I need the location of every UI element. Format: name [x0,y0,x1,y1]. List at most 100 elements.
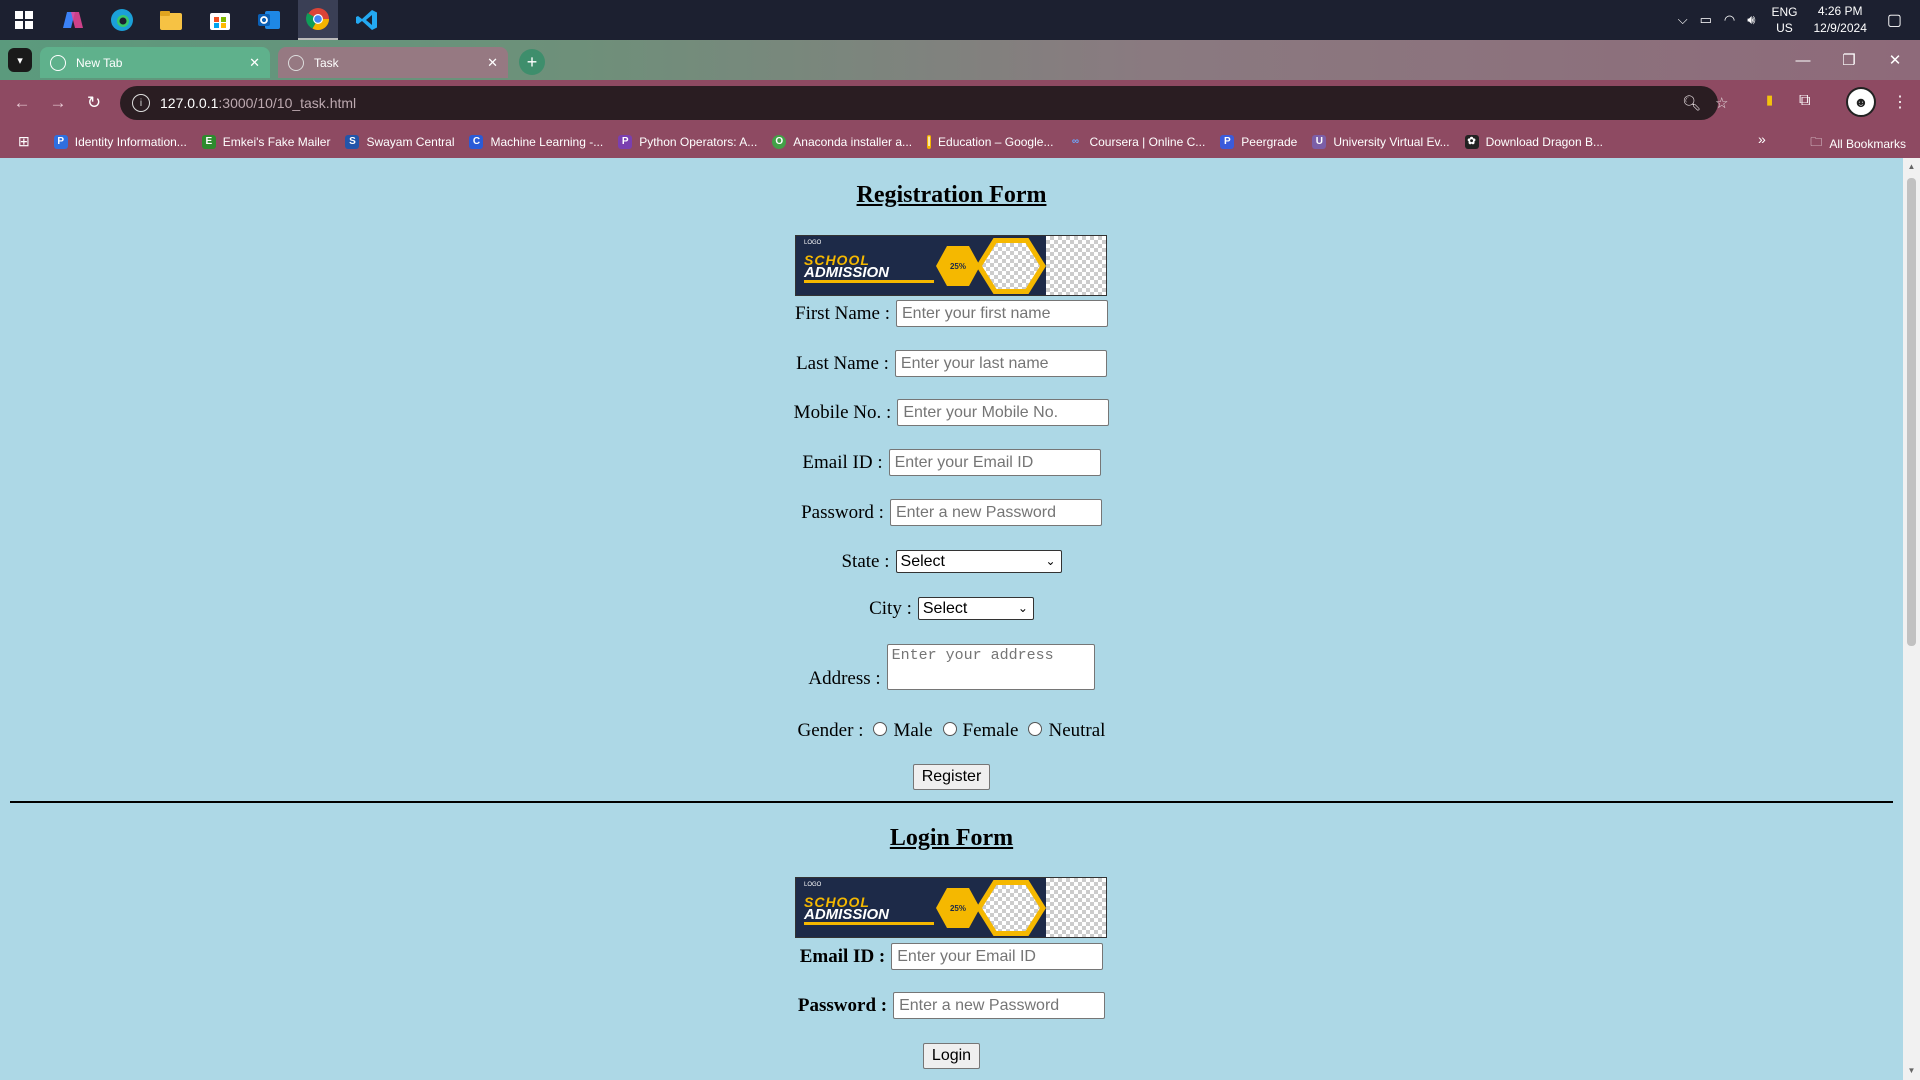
tab-task[interactable]: Task ✕ [278,47,508,78]
gender-neutral-radio[interactable] [1028,721,1043,736]
first-name-label: First Name : [795,302,890,324]
banner-logo: LOGO [804,240,822,246]
bookmark-star-icon[interactable]: ☆ [1715,94,1728,112]
bookmark-item[interactable]: ∞ Coursera | Online C... [1068,135,1205,149]
clock-time: 4:26 PM [1817,4,1863,18]
state-select[interactable]: Select ⌄ [895,550,1062,574]
battery-icon[interactable]: ▭ [1700,12,1712,28]
extension-icon[interactable]: ▮ [1766,92,1773,108]
email-row: Email ID : Enter your Email ID [0,449,1903,476]
scroll-down-icon[interactable]: ▼ [1906,1066,1917,1076]
login-email-label: Email ID : [799,945,886,967]
login-password-row: Password : Enter a new Password [0,992,1903,1019]
profile-avatar[interactable]: ☻ [1846,87,1876,117]
apps-grid-icon[interactable]: ⊞ [18,133,30,150]
banner-badge: 25% [936,888,980,928]
outlook-icon[interactable] [249,0,289,40]
all-bookmarks-label: All Bookmarks [1829,136,1906,151]
menu-kebab-icon[interactable]: ⋮ [1892,92,1908,112]
close-window-button[interactable]: ✕ [1872,40,1918,80]
last-name-input[interactable]: Enter your last name [894,350,1107,377]
close-tab-icon[interactable]: ✕ [487,55,498,71]
password-input[interactable]: Enter a new Password [889,499,1102,526]
notification-icon[interactable]: ▢ [1887,10,1902,30]
wifi-icon[interactable]: ◠ [1724,12,1735,28]
zoom-icon[interactable]: 🔍︎ [1682,94,1701,112]
back-arrow-icon[interactable]: ← [11,92,33,114]
banner-line2: ADMISSION [804,906,890,923]
gender-male-radio[interactable] [873,721,888,736]
vscode-icon[interactable] [347,0,387,40]
minimize-button[interactable]: — [1780,40,1826,80]
volume-icon[interactable]: 🔊︎ [1747,12,1755,28]
city-select-value: Select [922,600,968,618]
bookmark-item[interactable]: | Education – Google... [927,134,1054,149]
site-info-icon[interactable]: i [132,94,150,112]
state-row: State : Select ⌄ [0,550,1903,574]
bookmark-label: Coursera | Online C... [1089,134,1206,149]
bookmark-item[interactable]: S Swayam Central [345,134,455,149]
bookmark-favicon-icon: ✿ [1464,134,1479,149]
globe-icon [288,54,304,71]
bookmark-item[interactable]: E Emkei's Fake Mailer [201,134,331,149]
gender-male-label: Male [893,719,933,741]
system-tray: ⌵ ▭ ◠ 🔊︎ ENG US 4:26 PM 12/9/2024 ▢ [1672,0,1920,40]
bookmark-favicon-icon: | [927,134,932,149]
url-host: 127.0.0.1 [160,95,219,111]
windows-start-icon[interactable] [4,0,44,40]
chevron-up-icon[interactable]: ⌵ [1678,12,1688,28]
gender-female-radio[interactable] [942,721,957,736]
city-select[interactable]: Select ⌄ [917,597,1034,621]
bookmark-item[interactable]: P Identity Information... [53,134,187,149]
login-email-input[interactable]: Enter your Email ID [891,943,1104,970]
mobile-input[interactable]: Enter your Mobile No. [897,399,1110,426]
copilot-icon[interactable] [53,0,93,40]
scrollbar-thumb[interactable] [1907,178,1916,646]
bookmark-label: Swayam Central [366,134,455,149]
bookmark-item[interactable]: O Anaconda installer a... [772,134,912,149]
scroll-up-icon[interactable]: ▲ [1906,162,1917,172]
new-tab-button[interactable]: + [519,49,545,75]
forward-arrow-icon[interactable]: → [47,92,69,114]
reload-icon[interactable]: ↻ [83,92,105,114]
bookmarks-overflow-icon[interactable]: » [1758,131,1766,147]
register-row: Register [0,764,1903,790]
bookmark-item[interactable]: P Python Operators: A... [618,134,757,149]
extensions-puzzle-icon[interactable]: ⧉ [1799,92,1810,110]
bookmark-item[interactable]: ✿ Download Dragon B... [1464,134,1603,149]
close-tab-icon[interactable]: ✕ [249,55,260,71]
bookmark-item[interactable]: U University Virtual Ev... [1312,134,1450,149]
bookmark-favicon-icon: P [53,134,68,149]
tab-new-tab[interactable]: New Tab ✕ [40,47,270,78]
all-bookmarks-button[interactable]: 🗀 All Bookmarks [1810,133,1906,154]
bookmark-item[interactable]: P Peergrade [1220,134,1297,149]
plus-icon: + [526,51,538,72]
microsoft-store-icon[interactable] [200,0,240,40]
login-password-input[interactable]: Enter a new Password [893,992,1106,1019]
gender-label: Gender : [797,719,864,741]
bookmark-label: Emkei's Fake Mailer [222,134,331,149]
school-admission-banner: LOGO SCHOOL ADMISSION 25% [795,235,1107,296]
address-bar[interactable]: i 127.0.0.1:3000/10/10_task.html 🔍︎ ☆ [120,86,1728,120]
chrome-icon[interactable] [298,0,338,40]
state-label: State : [841,550,890,572]
restore-button[interactable]: ❐ [1826,40,1872,80]
bookmark-favicon-icon: S [345,134,360,149]
bookmark-label: Education – Google... [938,134,1054,149]
tab-search-button[interactable]: ▾ [8,48,32,72]
bookmark-label: Machine Learning -... [490,134,604,149]
bookmark-label: Identity Information... [74,134,187,149]
bookmark-favicon-icon: C [469,134,484,149]
register-button[interactable]: Register [912,764,991,790]
first-name-input[interactable]: Enter your first name [896,300,1108,327]
login-button[interactable]: Login [922,1043,981,1069]
email-input[interactable]: Enter your Email ID [888,449,1101,476]
bookmark-label: Download Dragon B... [1485,134,1603,149]
clock[interactable]: 4:26 PM 12/9/2024 [1813,3,1866,37]
address-textarea[interactable]: Enter your address [886,644,1095,690]
edge-icon[interactable] [102,0,142,40]
bookmark-item[interactable]: C Machine Learning -... [469,134,604,149]
language-indicator[interactable]: ENG US [1771,4,1797,36]
file-explorer-icon[interactable] [151,0,191,40]
last-name-row: Last Name : Enter your last name [0,350,1903,377]
